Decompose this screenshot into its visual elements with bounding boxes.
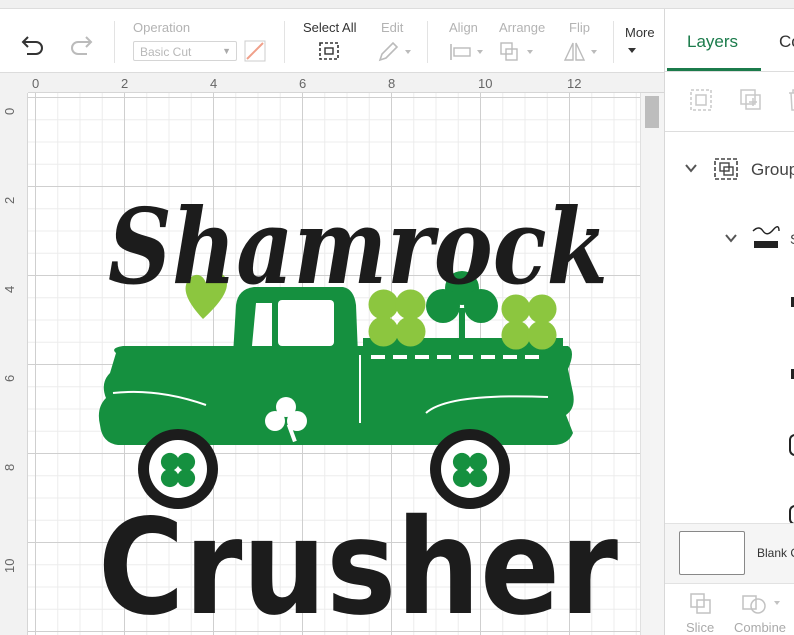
blank-canvas-label: Blank C	[757, 546, 794, 560]
select-all-icon[interactable]	[318, 41, 342, 63]
layer-tools	[665, 72, 794, 132]
ruler-tick: 2	[2, 196, 17, 204]
chevron-down-icon[interactable]	[685, 163, 697, 173]
flip-label: Flip	[569, 20, 590, 35]
toolbar: Operation Basic Cut ▼ Select All Edit Al…	[0, 9, 664, 73]
scrollbar-thumb[interactable]	[645, 96, 659, 128]
layer-subgroup-row[interactable]: S	[665, 219, 794, 259]
combine-label: Combine	[734, 620, 787, 635]
ruler-tick: 4	[2, 285, 17, 293]
ruler-tick: 10	[478, 76, 493, 91]
toolbar-separator	[613, 21, 614, 63]
toolbar-separator	[427, 21, 428, 63]
shamrock-crusher-design[interactable]: Shamrock Crusher	[28, 93, 640, 635]
layers-panel: Layers Co Group	[664, 9, 794, 635]
layer-subgroup-label: S	[790, 231, 794, 247]
arrange-label: Arrange	[499, 20, 546, 35]
ruler-horizontal: 0 2 4 6 8 10 12	[28, 73, 664, 93]
select-all-label: Select All	[303, 20, 357, 35]
title-bottom-text: Crusher	[98, 491, 618, 635]
ruler-tick: 8	[2, 463, 17, 471]
align-icon[interactable]	[449, 42, 485, 62]
chevron-down-icon[interactable]	[725, 233, 737, 243]
bottom-tools: Slice Combine	[665, 583, 794, 635]
operation-label: Operation	[133, 20, 191, 35]
ruler-tick: 6	[299, 76, 307, 91]
ruler-tick: 2	[121, 76, 129, 91]
more-label[interactable]: More	[625, 25, 655, 40]
align-label: Align	[449, 20, 478, 35]
layer-thumbnail	[752, 226, 780, 248]
operation-value: Basic Cut	[140, 45, 192, 59]
operation-select[interactable]: Basic Cut ▼	[133, 41, 237, 61]
undo-icon[interactable]	[20, 33, 46, 55]
ruler-tick: 0	[32, 76, 40, 91]
canvas-scrollbar[interactable]	[640, 93, 664, 635]
flip-icon[interactable]	[563, 41, 601, 63]
blank-canvas-swatch[interactable]	[679, 531, 745, 575]
slice-icon[interactable]	[689, 592, 713, 616]
chevron-down-icon[interactable]	[627, 47, 637, 55]
title-top-text: Shamrock	[108, 185, 608, 308]
ruler-vertical: 0 2 4 6 8 10	[0, 93, 28, 635]
pencil-icon[interactable]	[377, 41, 413, 63]
toolbar-separator	[284, 21, 285, 63]
color-swatch-icon[interactable]	[244, 40, 266, 62]
ruler-tick: 4	[210, 76, 218, 91]
ruler-tick: 10	[2, 558, 17, 573]
ruler-tick: 6	[2, 374, 17, 382]
layer-item-marker	[789, 505, 794, 525]
ruler-tick: 0	[2, 107, 17, 115]
tab-layers[interactable]: Layers	[667, 9, 761, 71]
tab-color-sync[interactable]: Co	[779, 32, 794, 52]
blank-canvas-row[interactable]: Blank C	[665, 523, 794, 583]
arrange-icon[interactable]	[499, 41, 537, 63]
layer-group-row[interactable]: Group	[665, 149, 794, 189]
ruler-tick: 12	[567, 76, 582, 91]
duplicate-icon[interactable]	[739, 88, 763, 112]
chevron-down-icon: ▼	[222, 46, 231, 56]
layer-item-marker	[789, 434, 794, 456]
group-icon	[714, 158, 738, 180]
delete-icon[interactable]	[785, 88, 794, 112]
toolbar-separator	[114, 21, 115, 63]
window-top-strip	[0, 0, 794, 9]
redo-icon[interactable]	[68, 33, 94, 55]
edit-label: Edit	[381, 20, 404, 35]
layer-group-label: Group	[751, 160, 794, 179]
slice-label: Slice	[686, 620, 715, 635]
design-canvas[interactable]: 0 2 4 6 8 10 12 0 2 4 6 8 10 Shamrock Cr…	[0, 73, 664, 635]
ruler-tick: 8	[388, 76, 396, 91]
combine-icon[interactable]	[741, 592, 785, 616]
group-icon[interactable]	[689, 88, 713, 112]
